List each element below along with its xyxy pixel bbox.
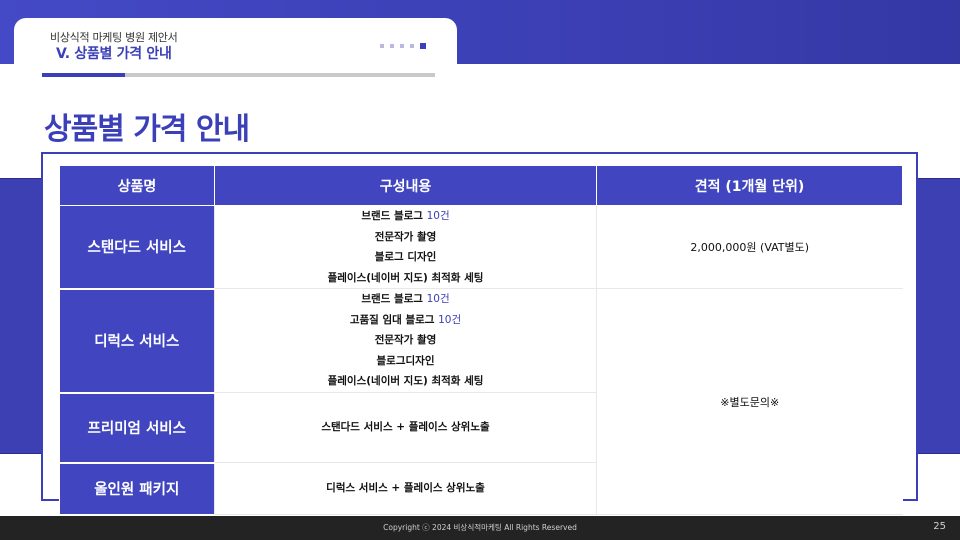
column-header-composition: 구성내용 — [214, 165, 597, 206]
section-progress-fill — [42, 73, 125, 77]
table-row-standard: 스탠다드 서비스 브랜드 블로그 10건 전문작가 촬영 블로그 디자인 플레이… — [59, 205, 903, 290]
footer-bar: Copyright ⓒ 2024 비상식적마케팅 All Rights Rese… — [0, 516, 960, 540]
composition-item: 플레이스(네이버 지도) 최적화 세팅 — [327, 271, 484, 284]
composition-item: 블로그디자인 — [376, 354, 435, 367]
page-title: 상품별 가격 안내 — [44, 112, 250, 147]
product-name: 스탠다드 서비스 — [59, 205, 215, 290]
composition-cell: 브랜드 블로그 10건 고품질 임대 블로그 10건 전문작가 촬영 블로그디자… — [214, 288, 597, 393]
price-cell-inquiry: ※별도문의※ — [596, 288, 903, 515]
nav-dot-active[interactable] — [420, 43, 426, 49]
composition-cell: 스탠다드 서비스 + 플레이스 상위노출 — [214, 392, 597, 463]
composition-item: 고품질 임대 블로그 10건 — [349, 313, 462, 326]
product-name: 올인원 패키지 — [59, 462, 215, 516]
product-name: 디럭스 서비스 — [59, 288, 215, 394]
composition-item: 브랜드 블로그 10건 — [361, 210, 450, 222]
composition-item: 디럭스 서비스 + 플레이스 상위노출 — [326, 482, 485, 495]
section-title: V. 상품별 가격 안내 — [56, 46, 172, 62]
table-row-deluxe: 디럭스 서비스 브랜드 블로그 10건 고품질 임대 블로그 10건 전문작가 … — [59, 288, 903, 515]
column-header-product: 상품명 — [59, 165, 215, 206]
composition-cell: 브랜드 블로그 10건 전문작가 촬영 블로그 디자인 플레이스(네이버 지도)… — [214, 205, 597, 289]
composition-item: 전문작가 촬영 — [374, 230, 437, 243]
price-cell: 2,000,000원 (VAT별도) — [596, 205, 903, 289]
composition-item: 스탠다드 서비스 + 플레이스 상위노출 — [321, 421, 490, 434]
product-name: 프리미엄 서비스 — [59, 392, 215, 464]
composition-item: 블로그 디자인 — [374, 251, 437, 263]
composition-item: 플레이스(네이버 지도) 최적화 세팅 — [327, 375, 484, 388]
decorative-side-block-right — [918, 178, 960, 454]
nav-dot[interactable] — [400, 44, 404, 48]
column-header-price: 견적 (1개월 단위) — [596, 165, 903, 206]
nav-dot[interactable] — [390, 44, 394, 48]
copyright-text: Copyright ⓒ 2024 비상식적마케팅 All Rights Rese… — [383, 523, 577, 532]
header-card: 비상식적 마케팅 병원 제안서 V. 상품별 가격 안내 — [14, 18, 457, 78]
nav-dot[interactable] — [410, 44, 414, 48]
decorative-side-block-left — [0, 178, 42, 454]
nav-dot[interactable] — [380, 44, 384, 48]
section-progress-bar — [42, 73, 435, 77]
composition-cell: 디럭스 서비스 + 플레이스 상위노출 — [214, 462, 597, 515]
page-number: 25 — [933, 521, 946, 532]
table-header-row: 상품명 구성내용 견적 (1개월 단위) — [59, 165, 903, 206]
composition-item: 브랜드 블로그 10건 — [361, 293, 450, 306]
composition-item: 전문작가 촬영 — [374, 334, 437, 347]
price-table: 상품명 구성내용 견적 (1개월 단위) 스탠다드 서비스 브랜드 블로그 10… — [59, 165, 903, 516]
slide-nav-dots — [380, 43, 426, 49]
